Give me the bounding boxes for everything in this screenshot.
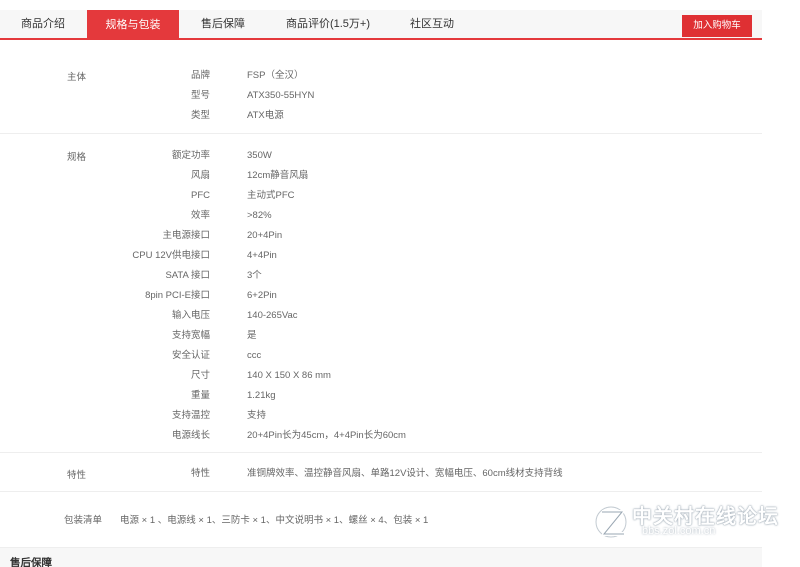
tab-after-sales[interactable]: 售后保障 bbox=[180, 10, 266, 38]
spec-row: 重量 1.21kg bbox=[0, 389, 762, 409]
spec-key: SATA 接口 bbox=[165, 270, 210, 281]
zol-logo-icon bbox=[594, 505, 628, 539]
spec-value: >82% bbox=[247, 210, 272, 221]
spec-row: 特性 准铜牌效率、温控静音风扇、单路12V设计、宽幅电压、60cm线材支持背线 bbox=[0, 467, 762, 487]
spec-key: 型号 bbox=[190, 90, 210, 101]
spec-key: CPU 12V供电接口 bbox=[132, 250, 210, 261]
spec-value: 是 bbox=[247, 330, 257, 341]
tab-reviews[interactable]: 商品评价(1.5万+) bbox=[266, 10, 390, 38]
spec-row: 效率 >82% bbox=[0, 209, 762, 229]
spec-key: 支持宽幅 bbox=[171, 330, 210, 341]
spec-key: PFC bbox=[191, 190, 210, 201]
spec-value: FSP（全汉） bbox=[247, 70, 304, 81]
spec-row: 安全认证 ccc bbox=[0, 349, 762, 369]
spec-value: ccc bbox=[247, 350, 262, 361]
spec-key: 风扇 bbox=[190, 170, 210, 181]
spec-key: 品牌 bbox=[190, 70, 210, 81]
spec-key: 重量 bbox=[190, 390, 210, 401]
spec-group-specs: 规格 额定功率 350W 风扇 12cm静音风扇 PFC 主动式PFC 效率 >82% … bbox=[0, 142, 762, 453]
after-sales-section-header: 售后保障 bbox=[0, 547, 762, 567]
tab-community[interactable]: 社区互动 bbox=[390, 10, 474, 38]
spec-row: 主电源接口 20+4Pin bbox=[0, 229, 762, 249]
spec-row: SATA 接口 3个 bbox=[0, 269, 762, 289]
spec-value: ATX350-55HYN bbox=[247, 90, 315, 101]
spec-value: 1.21kg bbox=[247, 390, 276, 401]
spec-value: 支持 bbox=[247, 410, 267, 421]
spec-key: 支持温控 bbox=[171, 410, 210, 421]
spec-value: 20+4Pin长为45cm，4+4Pin长为60cm bbox=[247, 430, 406, 441]
spec-value: 6+2Pin bbox=[247, 290, 277, 301]
spec-row: 输入电压 140-265Vac bbox=[0, 309, 762, 329]
spec-value: ATX电源 bbox=[247, 110, 284, 121]
spec-row: 品牌 FSP（全汉） bbox=[0, 69, 762, 89]
spec-group-features: 特性 特性 准铜牌效率、温控静音风扇、单路12V设计、宽幅电压、60cm线材支持… bbox=[0, 461, 762, 492]
spec-value: 4+4Pin bbox=[247, 250, 277, 261]
add-to-cart-button[interactable]: 加入购物车 bbox=[682, 15, 752, 37]
spec-value: 20+4Pin bbox=[247, 230, 283, 241]
spec-value: 3个 bbox=[247, 270, 262, 281]
spec-value: 140-265Vac bbox=[247, 310, 298, 321]
spec-key: 主电源接口 bbox=[162, 230, 210, 241]
spec-key: 输入电压 bbox=[171, 310, 210, 321]
spec-key: 尺寸 bbox=[190, 370, 210, 381]
spec-row: 尺寸 140 X 150 X 86 mm bbox=[0, 369, 762, 389]
spec-key: 安全认证 bbox=[171, 350, 210, 361]
detail-tab-bar: 商品介绍 规格与包装 售后保障 商品评价(1.5万+) 社区互动 加入购物车 bbox=[0, 10, 762, 40]
tab-specs-packaging[interactable]: 规格与包装 bbox=[87, 10, 179, 40]
spec-value: 主动式PFC bbox=[247, 190, 295, 201]
after-sales-heading: 售后保障 bbox=[10, 557, 52, 567]
spec-key: 额定功率 bbox=[171, 150, 210, 161]
spec-value: 准铜牌效率、温控静音风扇、单路12V设计、宽幅电压、60cm线材支持背线 bbox=[247, 468, 563, 479]
spec-key: 效率 bbox=[190, 210, 210, 221]
spec-value: 12cm静音风扇 bbox=[247, 170, 309, 181]
spec-row: 支持宽幅 是 bbox=[0, 329, 762, 349]
packing-list-value: 电源 × 1 、电源线 × 1、三防卡 × 1、中文说明书 × 1、螺丝 × 4… bbox=[120, 515, 429, 526]
spec-row: 8pin PCI-E接口 6+2Pin bbox=[0, 289, 762, 309]
spec-group-main: 主体 品牌 FSP（全汉） 型号 ATX350-55HYN 类型 ATX电源 bbox=[0, 62, 762, 134]
spec-key: 电源线长 bbox=[171, 430, 210, 441]
spec-key: 类型 bbox=[190, 110, 210, 121]
spec-row: 电源线长 20+4Pin长为45cm，4+4Pin长为60cm bbox=[0, 429, 762, 449]
watermark-url: bbs.zol.com.cn bbox=[642, 525, 716, 537]
spec-row: PFC 主动式PFC bbox=[0, 189, 762, 209]
tab-product-intro[interactable]: 商品介绍 bbox=[0, 10, 86, 38]
spec-value: 140 X 150 X 86 mm bbox=[247, 370, 331, 381]
packing-list-label: 包装清单 bbox=[64, 515, 103, 526]
spec-key: 8pin PCI-E接口 bbox=[145, 290, 210, 301]
spec-key: 特性 bbox=[190, 468, 210, 479]
spec-row: CPU 12V供电接口 4+4Pin bbox=[0, 249, 762, 269]
spec-value: 350W bbox=[247, 150, 272, 161]
spec-row: 支持温控 支持 bbox=[0, 409, 762, 429]
forum-watermark: 中关村在线论坛 bbs.zol.com.cn bbox=[592, 496, 792, 546]
spec-row: 风扇 12cm静音风扇 bbox=[0, 169, 762, 189]
spec-row: 类型 ATX电源 bbox=[0, 109, 762, 129]
spec-row: 额定功率 350W bbox=[0, 149, 762, 169]
spec-row: 型号 ATX350-55HYN bbox=[0, 89, 762, 109]
